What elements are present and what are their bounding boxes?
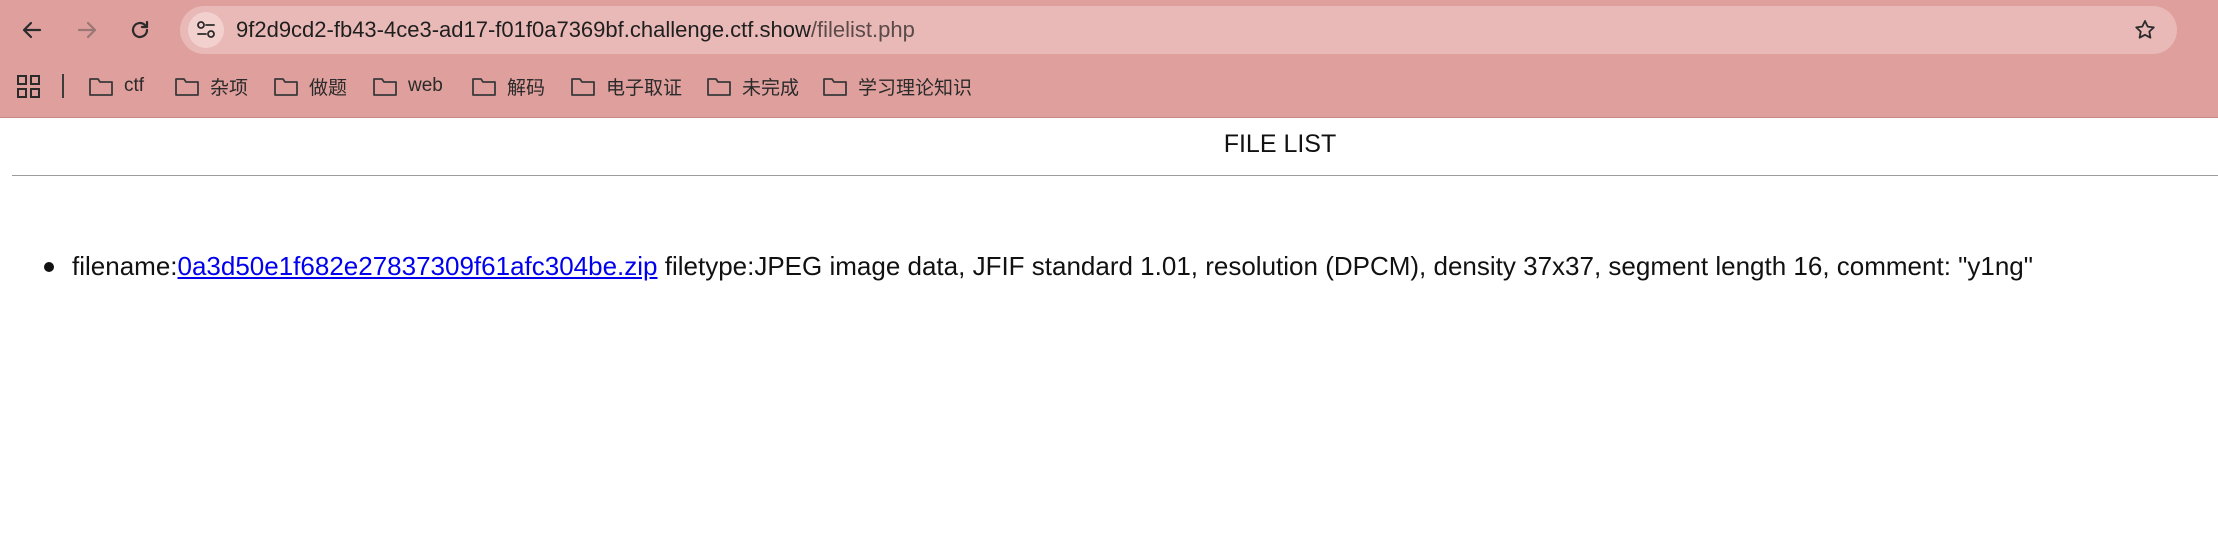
bookmark-folder-web[interactable]: web	[372, 70, 443, 102]
bookmarks-bar: ctf 杂项 做题 web 解码 电子取证 未完成 学习理论知识	[0, 66, 2218, 106]
bookmark-folder-ctf[interactable]: ctf	[88, 70, 144, 102]
page-title: FILE LIST	[1223, 130, 1337, 158]
back-button[interactable]	[12, 10, 52, 50]
bookmark-folder-decode[interactable]: 解码	[471, 70, 545, 102]
reload-button[interactable]	[120, 10, 160, 50]
bookmark-label: ctf	[124, 75, 145, 96]
folder-icon	[472, 78, 496, 96]
folder-icon	[89, 78, 113, 96]
folder-icon	[823, 78, 847, 96]
folder-icon	[373, 78, 397, 96]
bookmark-label: 学习理论知识	[858, 77, 973, 99]
bookmarks-separator	[62, 74, 64, 98]
folder-icon	[707, 78, 731, 96]
reload-icon	[131, 20, 149, 39]
folder-icon	[274, 78, 298, 96]
bookmark-folder-forensics[interactable]: 电子取证	[570, 70, 682, 102]
bookmark-label: 杂项	[210, 77, 249, 99]
bookmark-folder-practice[interactable]: 做题	[273, 70, 347, 102]
folder-icon	[175, 78, 199, 96]
browser-toolbar: 9f2d9cd2-fb43-4ce3-ad17-f01f0a7369bf.cha…	[0, 0, 2218, 60]
filetype-text: filetype:JPEG image data, JFIF standard …	[657, 251, 2033, 281]
page-content: FILE LIST filename:0a3d50e1f682e27837309…	[0, 118, 2218, 538]
url-path: /filelist.php	[810, 17, 915, 42]
bullet-icon	[44, 262, 54, 272]
address-bar[interactable]: 9f2d9cd2-fb43-4ce3-ad17-f01f0a7369bf.cha…	[180, 6, 2177, 54]
bookmark-folder-misc[interactable]: 杂项	[174, 70, 248, 102]
apps-grid-icon[interactable]	[16, 74, 42, 100]
star-icon	[2135, 20, 2155, 39]
folder-icon	[571, 78, 595, 96]
file-list: filename:0a3d50e1f682e27837309f61afc304b…	[44, 250, 2033, 282]
filename-label: filename:	[72, 251, 178, 281]
bookmark-folder-theory[interactable]: 学习理论知识	[822, 70, 972, 102]
bookmark-label: 做题	[309, 77, 348, 99]
bookmark-star-button[interactable]	[2131, 16, 2159, 44]
browser-chrome: 9f2d9cd2-fb43-4ce3-ad17-f01f0a7369bf.cha…	[0, 0, 2218, 118]
file-download-link[interactable]: 0a3d50e1f682e27837309f61afc304be.zip	[178, 251, 658, 281]
bookmark-label: 未完成	[742, 77, 800, 99]
bookmark-label: 电子取证	[606, 77, 683, 99]
site-info-icon	[197, 21, 215, 38]
back-arrow-icon	[22, 21, 42, 39]
url-host: 9f2d9cd2-fb43-4ce3-ad17-f01f0a7369bf.cha…	[236, 17, 811, 42]
bookmark-label: 解码	[507, 77, 546, 99]
list-item: filename:0a3d50e1f682e27837309f61afc304b…	[44, 250, 2033, 282]
url-text[interactable]: 9f2d9cd2-fb43-4ce3-ad17-f01f0a7369bf.cha…	[236, 6, 915, 54]
bookmark-folder-unfinished[interactable]: 未完成	[706, 70, 799, 102]
forward-button[interactable]	[67, 10, 107, 50]
site-info-button[interactable]	[188, 12, 224, 48]
bookmark-label: web	[408, 75, 443, 96]
title-divider	[12, 175, 2218, 176]
forward-arrow-icon	[77, 21, 97, 39]
